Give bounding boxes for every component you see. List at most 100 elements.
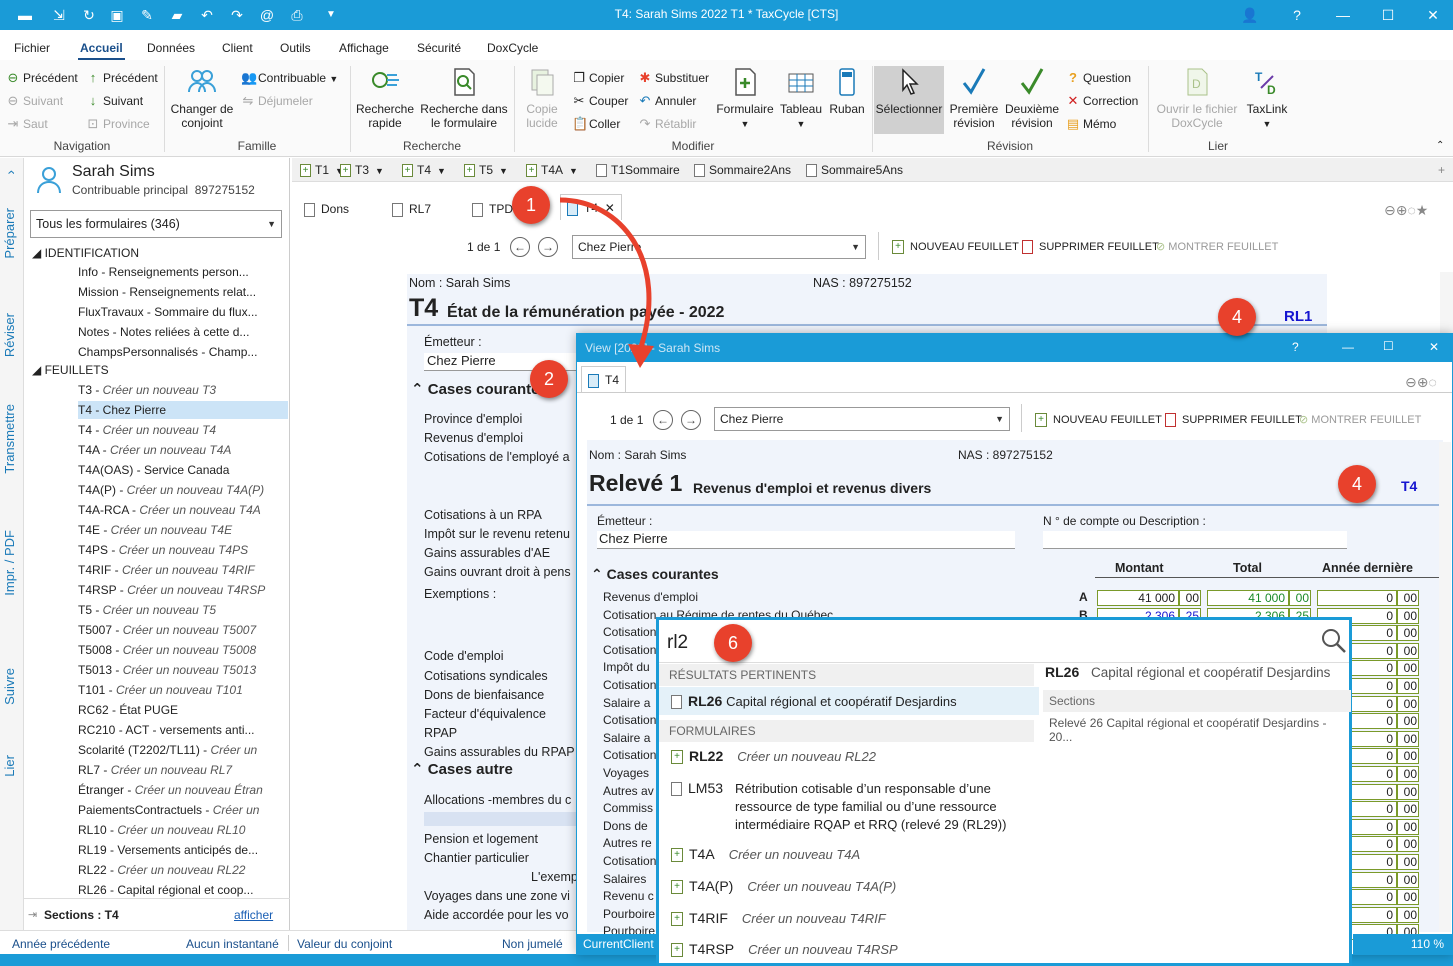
tab-dons[interactable]: Dons [304,198,349,220]
cut-button[interactable]: ✂ Couper [572,93,629,109]
delete-slip-button[interactable]: SUPPRIMER FEUILLET [1022,240,1159,254]
tree-item-slip[interactable]: +T5007 - Créer un nouveau T5007 [78,621,288,639]
undo-button[interactable]: ↶ Annuler [638,93,697,109]
tree-item-slip[interactable]: +T4A - Créer un nouveau T4A [78,441,288,459]
correction-button[interactable]: ✕ Correction [1066,93,1139,109]
last-year-cents[interactable]: 00 [1397,783,1419,800]
last-year-cents[interactable]: 00 [1397,889,1419,906]
search-form-button[interactable]: Recherche dans le formulaire [418,66,510,130]
search-input[interactable]: rl2 [667,632,688,654]
view-next-slip-button[interactable]: → [681,410,701,430]
open-doxcycle-button[interactable]: D Ouvrir le fichier DoxCycle [1150,66,1244,130]
prev-field-button[interactable]: ↑ Précédent [86,70,158,85]
section-feuillets[interactable]: ◢ FEUILLETS [32,363,109,377]
cents-a[interactable]: 00 [1179,590,1201,606]
result-t4a[interactable]: + T4A Créer un nouveau T4A [671,846,860,863]
skip-button[interactable]: ⇥ Saut [6,116,48,132]
tree-item-slip[interactable]: +T5008 - Créer un nouveau T5008 [78,641,288,659]
tree-item-identification[interactable]: Mission - Renseignements relat... [78,283,288,301]
paste-button[interactable]: 📋Coller [572,116,620,132]
tree-item-identification[interactable]: ChampsPersonnalisés - Champ... [78,343,288,361]
view-minimize-button[interactable]: — [1342,340,1354,354]
menu-accueil[interactable]: Accueil [78,41,125,60]
view-new-slip-button[interactable]: + NOUVEAU FEUILLET [1035,413,1162,427]
view-show-slip-button[interactable]: ⊘ MONTRER FEUILLET [1299,413,1421,426]
maximize-button[interactable]: ☐ [1373,4,1403,26]
last-year-cents[interactable]: 00 [1397,766,1419,782]
last-year-cents[interactable]: 00 [1397,836,1419,853]
doc-tab-sommaire5ans[interactable]: Sommaire5Ans [806,163,903,178]
last-year-cents[interactable]: 00 [1397,854,1419,870]
form-button[interactable]: Formulaire ▼ [712,66,778,131]
view-nav-history-icons[interactable]: ⊖⊕◌ [1405,374,1437,391]
tree-item-slip[interactable]: +Scolarité (T2202/TL11) - Créer un [78,741,288,759]
slip-selector[interactable]: Chez Pierre [572,235,866,259]
doc-tab-t5[interactable]: + T5 ▼ [464,163,508,178]
result-rl22[interactable]: + RL22 Créer un nouveau RL22 [671,748,876,765]
doc-tab-t1[interactable]: +T1▼ [300,163,344,178]
tab-suivre[interactable]: Suivre [2,668,17,705]
last-year-amount[interactable]: 0 [1317,590,1397,606]
tab-transmettre[interactable]: Transmettre [2,404,17,474]
tree-item-slip[interactable]: +T4 - Chez Pierre [78,401,288,419]
taxlink-button[interactable]: TD TaxLink ▼ [1244,66,1290,131]
account-icon[interactable]: 👤 [1235,4,1265,26]
nav-history-icons[interactable]: ⊖⊕◌★ [1384,202,1428,219]
select-button[interactable]: Sélectionner [874,66,944,134]
rl1-common-heading[interactable]: ⌃ Cases courantes [591,566,719,583]
tab-tpd[interactable]: TPD [472,198,513,220]
last-year-cents[interactable]: 00 [1397,748,1419,765]
tree-item-slip[interactable]: +T4A-RCA - Créer un nouveau T4A [78,501,288,519]
collapse-panel-icon[interactable]: › [2,170,18,175]
tree-item-slip[interactable]: +RC62 - État PUGE [78,701,288,719]
tree-item-slip[interactable]: +RL10 - Créer un nouveau RL10 [78,821,288,839]
tree-item-slip[interactable]: +RL19 - Versements anticipés de... [78,841,288,859]
prev-year-status[interactable]: Année précédente [12,937,110,951]
view-prev-slip-button[interactable]: ← [653,410,673,430]
tree-item-slip[interactable]: +T4 - Créer un nouveau T4 [78,421,288,439]
section-identification[interactable]: ◢ IDENTIFICATION [32,246,139,260]
last-year-cents[interactable]: 00 [1397,871,1419,888]
last-year-cents[interactable]: 00 [1397,660,1419,677]
add-tab-icon[interactable]: + [1438,163,1445,177]
province-button[interactable]: ⊡ Province [86,116,150,132]
ribbon-button[interactable]: Ruban [826,66,868,116]
view-maximize-button[interactable]: ☐ [1383,339,1394,353]
tree-item-slip[interactable]: +T4E - Créer un nouveau T4E [78,521,288,539]
doc-tab-t4[interactable]: + T4 ▼ [402,163,446,178]
doc-tab-t1sommaire[interactable]: T1Sommaire [596,163,680,178]
menu-donnees[interactable]: Données [147,41,195,55]
unlink-button[interactable]: ⇋ Déjumeler [241,93,313,109]
close-button[interactable]: ✕ [1418,4,1448,26]
doc-tab-t3[interactable]: + T3 ▼ [340,163,384,178]
next-button[interactable]: ⊖ Suivant [6,93,63,109]
result-t4rif[interactable]: + T4RIF Créer un nouveau T4RIF [671,910,886,927]
last-year-cents[interactable]: 00 [1397,730,1419,747]
menu-doxcycle[interactable]: DoxCycle [487,41,538,55]
result-rl26[interactable]: RL26 Capital régional et coopératif Desj… [659,687,1039,715]
chevron-down-icon[interactable]: ▼ [375,166,384,176]
tree-item-identification[interactable]: Info - Renseignements person... [78,263,288,281]
tab-reviser[interactable]: Réviser [2,313,17,357]
last-year-cents[interactable]: 00 [1397,678,1419,694]
redo-button[interactable]: ↷ Rétablir [638,116,697,132]
menu-fichier[interactable]: Fichier [14,41,50,55]
t4-link[interactable]: T4 [1401,478,1417,494]
minimize-button[interactable]: — [1328,4,1358,26]
view-help-icon[interactable]: ? [1292,340,1299,354]
tree-item-slip[interactable]: +T4A(OAS) - Service Canada [78,461,288,479]
help-icon[interactable]: ? [1282,4,1312,26]
new-slip-button[interactable]: + NOUVEAU FEUILLET [892,240,1019,254]
tab-rl7[interactable]: RL7 [392,198,431,220]
tree-item-slip[interactable]: +T101 - Créer un nouveau T101 [78,681,288,699]
last-year-cents[interactable]: 00 [1397,642,1419,659]
rl1-issuer-field[interactable]: Chez Pierre [597,531,1015,549]
tree-item-slip[interactable]: +T4PS - Créer un nouveau T4PS [78,541,288,559]
last-year-cents[interactable]: 00 [1397,695,1419,712]
rl1-link[interactable]: RL1 [1284,308,1312,325]
last-year-cents[interactable]: 00 [1397,906,1419,923]
menu-securite[interactable]: Sécurité [417,41,461,55]
doc-tab-sommaire2ans[interactable]: Sommaire2Ans [694,163,791,178]
view-zoom[interactable]: 110 % [1353,934,1452,954]
tab-lier[interactable]: Lier [2,755,17,777]
